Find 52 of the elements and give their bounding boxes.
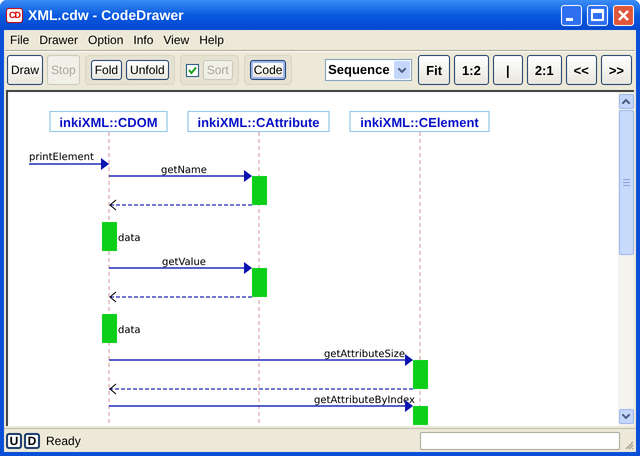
activation-bar <box>413 406 428 425</box>
message-label: getValue <box>162 257 206 268</box>
lifeline-header[interactable]: inkiXML::CDOM <box>50 111 168 132</box>
grip-icon <box>622 179 630 186</box>
lifeline-header[interactable]: inkiXML::CElement <box>350 111 490 132</box>
activation-bar <box>252 268 267 297</box>
view-dropdown[interactable]: Sequence <box>325 59 412 81</box>
close-button[interactable] <box>613 4 634 26</box>
menu-item[interactable]: Info <box>128 29 158 51</box>
lifeline-header[interactable]: inkiXML::CAttribute <box>188 111 330 132</box>
message-label: printElement <box>29 152 94 163</box>
status-button[interactable]: D <box>24 432 40 448</box>
scroll-thumb[interactable] <box>618 110 634 255</box>
toolbar-button[interactable]: 1:2 <box>454 55 489 85</box>
activation-bar <box>252 176 267 205</box>
status-text: Ready <box>46 432 82 450</box>
scroll-up-button[interactable] <box>618 94 634 109</box>
menu-item[interactable]: Option <box>83 29 128 51</box>
toolbar-button[interactable]: Unfold <box>126 60 169 80</box>
status-button[interactable]: U <box>6 432 22 448</box>
activation-label: data <box>118 325 141 336</box>
checkmark-icon <box>188 66 197 74</box>
toolbar-button[interactable]: Code <box>250 60 286 80</box>
toolbar-button[interactable]: Fit <box>418 55 450 85</box>
scroll-down-button[interactable] <box>618 409 634 424</box>
window-title: XML.cdw - CodeDrawer <box>28 6 185 24</box>
message-label: getAttributeSize <box>324 349 406 360</box>
menu-item[interactable]: Help <box>194 29 229 51</box>
minimize-icon <box>566 18 573 20</box>
activation-bar <box>102 314 117 343</box>
toolbar-button[interactable]: Fold <box>90 60 122 80</box>
vertical-scrollbar[interactable] <box>618 92 634 426</box>
message-label: getAttributeByIndex <box>314 395 415 406</box>
toolbar-button[interactable]: >> <box>600 55 632 85</box>
toolbar-button[interactable]: | <box>492 55 523 85</box>
toolbar-button[interactable]: Draw <box>7 55 44 85</box>
menu-item[interactable]: View <box>158 29 194 51</box>
maximize-icon <box>591 9 604 21</box>
menu-item[interactable]: File <box>5 29 34 51</box>
maximize-button[interactable] <box>587 4 608 26</box>
app-logo: CD <box>6 8 23 22</box>
minimize-button[interactable] <box>561 4 582 26</box>
activation-bar <box>102 222 117 251</box>
activation-label: data <box>118 233 141 244</box>
close-icon <box>618 10 629 20</box>
menu-item[interactable]: Drawer <box>34 29 84 51</box>
message-label: getName <box>161 165 207 176</box>
activation-bar <box>413 360 428 389</box>
toolbar-button[interactable]: 2:1 <box>526 55 562 85</box>
toolbar-button[interactable]: << <box>566 55 597 85</box>
sort-checkbox[interactable] <box>186 64 199 76</box>
resize-grip-icon <box>624 440 634 450</box>
